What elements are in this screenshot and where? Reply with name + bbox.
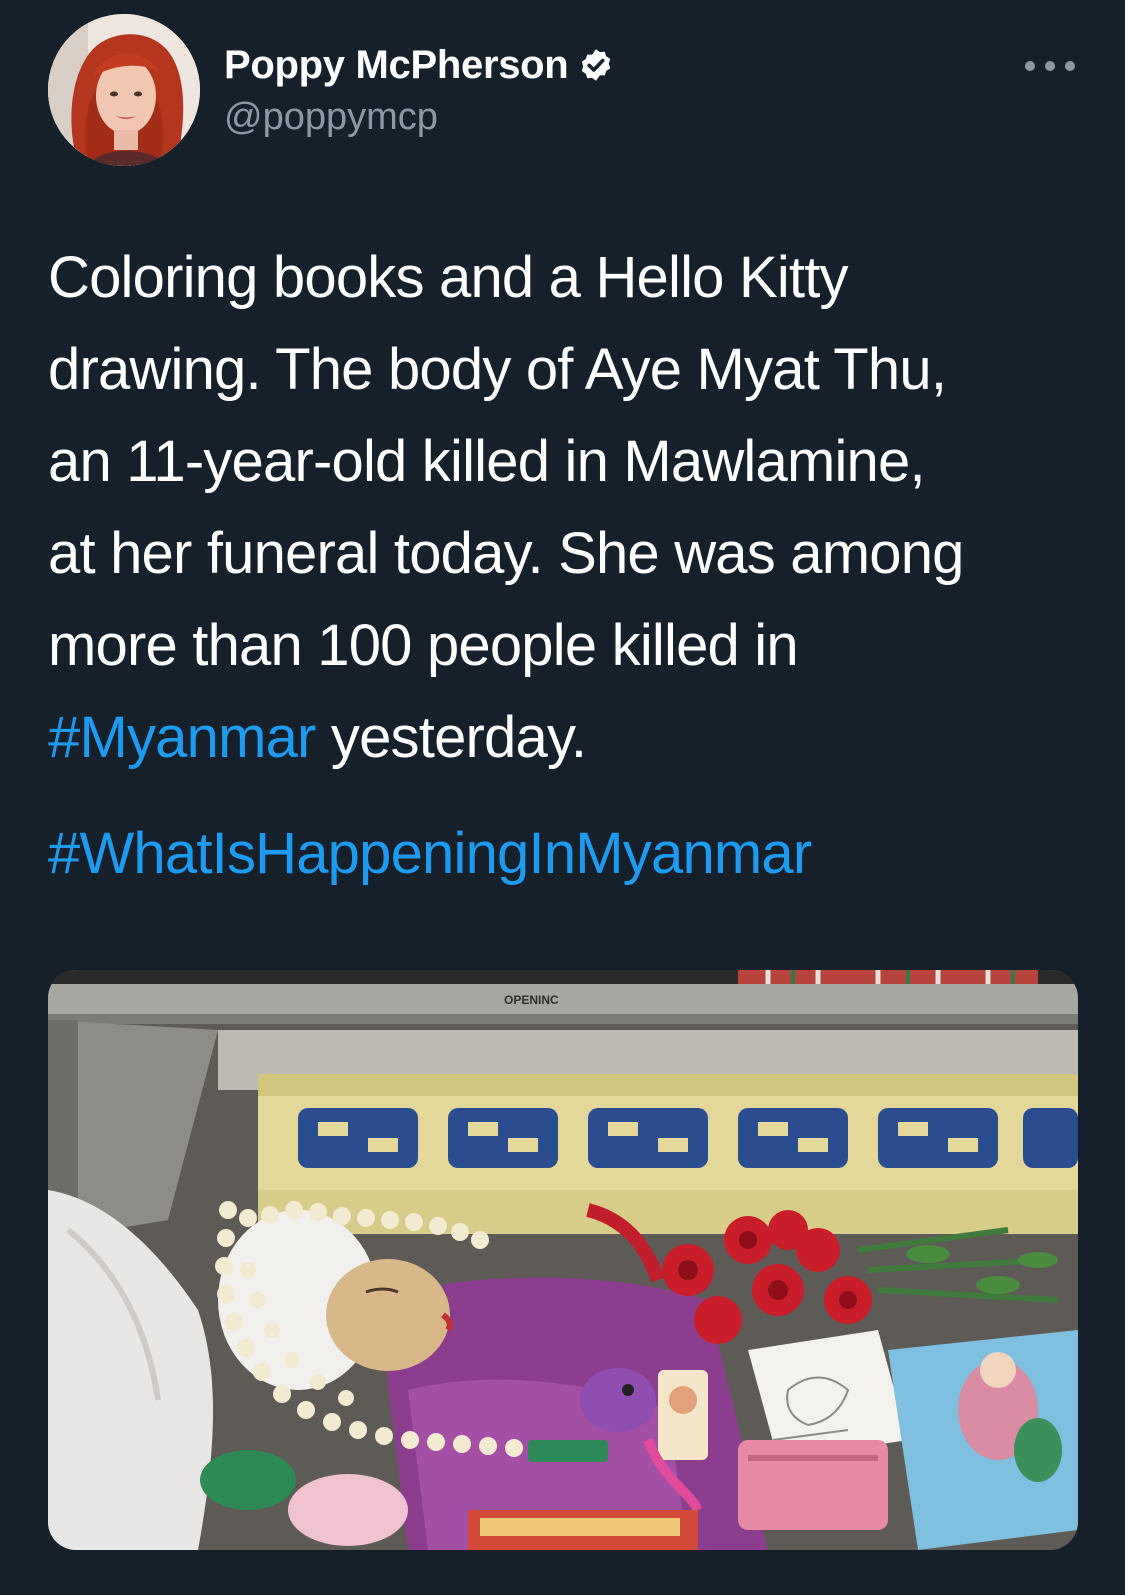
tweet-photo[interactable]: OPENINC <box>48 970 1078 1550</box>
display-name-row: Poppy McPherson <box>224 40 614 90</box>
tweet-text: Coloring books and a Hello Kitty drawing… <box>48 232 1088 784</box>
more-options-icon[interactable] <box>1025 56 1075 76</box>
verified-badge-icon <box>578 47 614 83</box>
hashtag-link[interactable]: #Myanmar <box>48 705 316 770</box>
tweet-header: Poppy McPherson @poppymcp <box>48 14 1077 170</box>
author-names: Poppy McPherson @poppymcp <box>224 40 614 139</box>
tweet-line: more than 100 people killed in <box>48 613 799 678</box>
avatar[interactable] <box>48 14 200 166</box>
hashtag-link[interactable]: #WhatIsHappeningInMyanmar <box>48 818 812 890</box>
coffin-label: OPENINC <box>504 993 559 1007</box>
display-name[interactable]: Poppy McPherson <box>224 43 569 88</box>
tweet-line: at her funeral today. She was among <box>48 521 964 586</box>
tweet-line: #Myanmar yesterday. <box>48 692 1088 784</box>
author-handle[interactable]: @poppymcp <box>224 96 614 139</box>
dot <box>1025 61 1035 71</box>
tweet-line: an 11-year-old killed in Mawlamine, <box>48 429 926 494</box>
dot <box>1045 61 1055 71</box>
tweet-line: drawing. The body of Aye Myat Thu, <box>48 337 947 402</box>
tweet-line: Coloring books and a Hello Kitty <box>48 245 849 310</box>
tweet-card: Poppy McPherson @poppymcp Coloring books… <box>0 0 1125 1595</box>
dot <box>1065 61 1075 71</box>
tweet-text-fragment: yesterday. <box>315 705 587 770</box>
